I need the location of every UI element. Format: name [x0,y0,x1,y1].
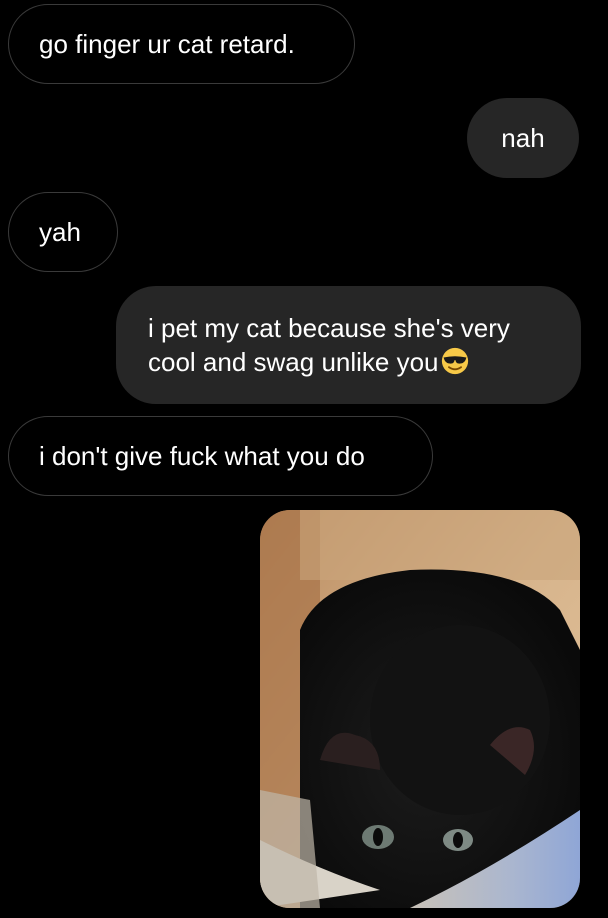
message-text: nah [501,123,545,153]
message-bubble-incoming[interactable]: yah [8,192,118,272]
message-text: i don't give fuck what you do [39,441,365,471]
message-bubble-incoming[interactable]: i don't give fuck what you do [8,416,433,496]
message-bubble-incoming[interactable]: go finger ur cat retard. [8,4,355,84]
message-text-wrap: i pet my cat because she's very cool and… [148,311,551,379]
smiling-face-with-sunglasses-icon [441,347,468,375]
photo-message[interactable] [260,510,580,908]
message-bubble-outgoing[interactable]: nah [467,98,579,178]
message-text: yah [39,217,81,247]
message-bubble-outgoing[interactable]: i pet my cat because she's very cool and… [116,286,581,404]
message-text: go finger ur cat retard. [39,29,295,59]
black-cat-photo [260,510,580,908]
